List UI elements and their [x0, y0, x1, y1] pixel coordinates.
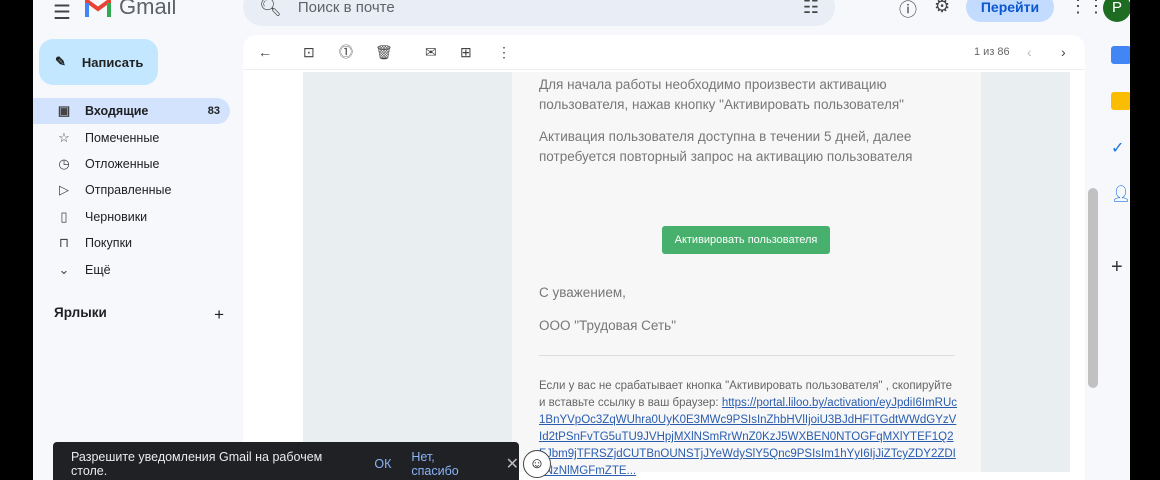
inbox-count: 83 — [207, 105, 220, 118]
message-toolbar: ← ⊡ ⓵ 🗑︎ ✉ ⊞ ⋮ 1 из 86 ‹ › — [243, 35, 1085, 70]
fallback-text: Если у вас не срабатывает кнопка "Активи… — [539, 380, 958, 477]
search-bar[interactable]: 🔍︎ Поиск в почте ☷ — [243, 0, 835, 26]
activation-link[interactable]: https://portal.liloo.by/activation/eyJpd… — [539, 397, 957, 477]
notification-toast: Разрешите уведомления Gmail на рабочем с… — [53, 442, 519, 480]
email-body: Для начала работы необходимо произвести … — [303, 72, 1070, 477]
tasks-icon[interactable]: ✓ — [1111, 138, 1130, 157]
inbox-icon: ▣ — [57, 103, 71, 119]
filter-options-icon[interactable]: ☷ — [803, 0, 819, 18]
gmail-m-icon — [85, 0, 111, 17]
gmail-app: ☰ Gmail 🔍︎ Поиск в почте ☷ ⓘ ⚙ Перейти ⋮… — [33, 0, 1130, 480]
search-input[interactable]: Поиск в почте — [298, 0, 803, 16]
go-button[interactable]: Перейти — [966, 0, 1054, 22]
draft-icon: ▯ — [60, 208, 68, 224]
archive-icon[interactable]: ⊡ — [303, 44, 315, 61]
email-card: Для начала работы необходимо произвести … — [512, 72, 981, 477]
move-to-folder-icon[interactable]: ⊞ — [460, 44, 472, 61]
activate-user-button[interactable]: Активировать пользователя — [662, 226, 830, 254]
keep-icon[interactable] — [1111, 92, 1130, 110]
mark-unread-icon[interactable]: ✉ — [425, 44, 437, 61]
company-name: ООО "Трудовая Сеть" — [539, 318, 676, 333]
regards-text: С уважением, — [539, 285, 626, 300]
calendar-icon[interactable] — [1111, 46, 1130, 64]
newer-chevron-icon[interactable]: ‹ — [1027, 44, 1032, 60]
gmail-logo[interactable]: Gmail — [85, 0, 176, 20]
search-icon[interactable]: 🔍︎ — [259, 0, 282, 18]
pagination-text: 1 из 86 — [974, 46, 1010, 58]
send-icon: ▷ — [59, 182, 69, 198]
toast-no-thanks-button[interactable]: Нет, спасибо — [411, 450, 483, 478]
star-icon: ☆ — [58, 129, 70, 145]
sidebar-item-inbox[interactable]: ▣ Входящие 83 — [33, 98, 230, 125]
divider — [539, 355, 955, 356]
scrollbar-thumb[interactable] — [1088, 188, 1098, 388]
sidebar-item-drafts[interactable]: ▯ Черновики — [33, 204, 230, 230]
avatar[interactable]: P — [1103, 0, 1130, 22]
sidebar-item-sent[interactable]: ▷ Отправленные — [33, 177, 230, 203]
sidebar-item-purchases[interactable]: ⊓ Покупки — [33, 230, 230, 256]
add-label-icon[interactable]: + — [214, 305, 224, 325]
emoji-icon[interactable]: ☺ — [523, 450, 551, 478]
close-icon[interactable]: ✕ — [506, 454, 519, 474]
report-spam-icon[interactable]: ⓵ — [339, 42, 353, 62]
settings-gear-icon[interactable]: ⚙ — [934, 0, 950, 17]
sidebar-item-more[interactable]: ⌄ Ещё — [33, 256, 230, 282]
help-icon[interactable]: ⓘ — [899, 0, 917, 22]
main-menu-icon[interactable]: ☰ — [53, 0, 71, 25]
sidebar-item-snoozed[interactable]: ◷ Отложенные — [33, 151, 230, 177]
sidebar-nav: ▣ Входящие 83 ☆ Помеченные ◷ Отложенные ▷ Отп… — [33, 98, 230, 283]
pencil-icon: ✎ — [55, 54, 66, 69]
toast-ok-button[interactable]: ОК — [374, 457, 391, 471]
email-paragraph-1: Для начала работы необходимо произвести … — [539, 77, 904, 112]
clock-icon: ◷ — [58, 155, 70, 171]
compose-button[interactable]: ✎ Написать — [39, 39, 158, 85]
labels-section: Ярлыки + — [54, 305, 224, 325]
apps-grid-icon[interactable]: ⋮⋮ — [1069, 0, 1105, 17]
email-paragraph-2: Активация пользователя доступна в течени… — [539, 129, 913, 164]
older-chevron-icon[interactable]: › — [1061, 44, 1066, 60]
shopping-icon: ⊓ — [58, 235, 70, 251]
back-arrow-icon[interactable]: ← — [258, 44, 272, 60]
message-panel: ← ⊡ ⓵ 🗑︎ ✉ ⊞ ⋮ 1 из 86 ‹ › Для начала ра… — [243, 35, 1085, 480]
more-vert-icon[interactable]: ⋮ — [497, 44, 511, 61]
chevron-down-icon: ⌄ — [58, 261, 70, 277]
add-addon-icon[interactable]: + — [1111, 256, 1130, 278]
contacts-icon[interactable]: 👤︎ — [1111, 184, 1130, 203]
delete-icon[interactable]: 🗑︎ — [375, 44, 393, 61]
sidebar-item-starred[interactable]: ☆ Помеченные — [33, 124, 230, 150]
